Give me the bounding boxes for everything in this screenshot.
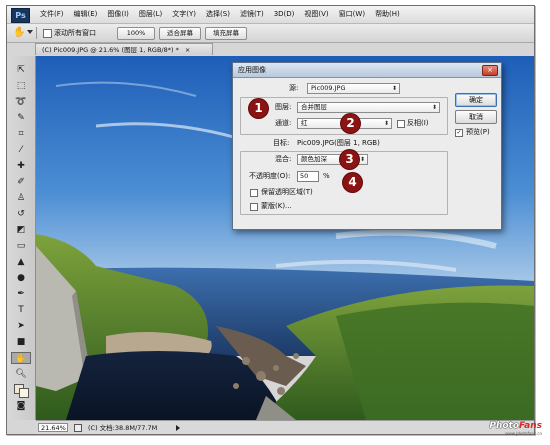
quick-mask-icon[interactable]: ◙ — [11, 400, 31, 412]
menu-3d[interactable]: 3D(D) — [269, 6, 300, 23]
move-icon[interactable]: ⇱ — [11, 64, 31, 76]
menu-file[interactable]: 文件(F) — [35, 6, 69, 23]
status-bar: 21.64% (C) 文档:38.8M/77.7M — [36, 420, 534, 434]
preserve-transparency-label: 保留透明区域(T) — [261, 188, 313, 196]
menu-edit[interactable]: 编辑(E) — [69, 6, 103, 23]
blending-label: 混合: — [275, 155, 292, 163]
scroll-all-windows-label: 滚动所有窗口 — [54, 29, 96, 37]
opacity-input[interactable]: 50 — [297, 171, 319, 182]
clone-stamp-icon[interactable]: ♙ — [11, 192, 31, 204]
cancel-button[interactable]: 取消 — [455, 110, 497, 124]
layer-label: 图层: — [275, 103, 292, 111]
preserve-transparency-checkbox[interactable] — [250, 189, 258, 197]
photofans-watermark-logo: PhotoFans www.photofans.cn — [489, 421, 542, 436]
annotation-marker-3: 3 — [340, 150, 359, 169]
annotation-marker-2: 2 — [341, 114, 360, 133]
tool-preset-dropdown[interactable] — [27, 30, 33, 34]
mask-checkbox[interactable] — [250, 203, 258, 211]
brush-icon[interactable]: ✐ — [11, 176, 31, 188]
history-brush-icon[interactable]: ↺ — [11, 208, 31, 220]
menu-bar: Ps 文件(F) 编辑(E) 图像(I) 图层(L) 文字(Y) 选择(S) 滤… — [7, 6, 534, 24]
target-value: Pic009.JPG(图层 1, RGB) — [297, 139, 380, 147]
channel-label: 通道: — [275, 119, 292, 127]
close-icon[interactable]: × — [482, 65, 498, 76]
blending-select-value: 颜色加深 — [301, 155, 327, 163]
layer-select-value: 合并图层 — [301, 103, 327, 111]
preview-checkbox[interactable]: ✓ — [455, 129, 463, 137]
healing-brush-icon[interactable]: ✚ — [11, 160, 31, 172]
menu-view[interactable]: 视图(V) — [299, 6, 333, 23]
toolbox: ⇱ ⬚ ➰ ✎ ⌗ ⁄ ✚ ✐ ♙ ↺ ◩ ▭ ▲ ● ✒ T ➤ ■ ✋ 🔍︎… — [7, 56, 36, 420]
zoom-icon[interactable]: 🔍︎ — [11, 368, 31, 380]
layer-select[interactable]: 合并图层 ⬍ — [297, 102, 440, 113]
lasso-icon[interactable]: ➰ — [11, 96, 31, 108]
document-info-icon[interactable] — [74, 424, 82, 432]
watermark-part-1: Photo — [489, 421, 520, 431]
opacity-label: 不透明度(O): — [249, 172, 291, 180]
actual-pixels-button[interactable]: 100% — [117, 27, 155, 40]
annotation-marker-4: 4 — [343, 173, 362, 192]
photoshop-logo-icon[interactable]: Ps — [11, 8, 30, 23]
dialog-titlebar[interactable]: 应用图像 × — [233, 63, 501, 78]
hand-icon[interactable]: ✋ — [13, 27, 25, 39]
menu-window[interactable]: 窗口(W) — [334, 6, 370, 23]
watermark-part-2: Fans — [519, 421, 542, 431]
ok-button[interactable]: 确定 — [455, 93, 497, 107]
chevron-up-down-icon: ⬍ — [391, 85, 397, 92]
document-tab-title: (C) Pic009.JPG @ 21.6% (图层 1, RGB/8*) * — [42, 46, 179, 54]
crop-icon[interactable]: ⌗ — [11, 128, 31, 140]
type-icon[interactable]: T — [11, 304, 31, 316]
quick-select-icon[interactable]: ✎ — [11, 112, 31, 124]
menu-select[interactable]: 选择(S) — [201, 6, 235, 23]
fit-screen-button[interactable]: 适合屏幕 — [159, 27, 201, 40]
zoom-level-field[interactable]: 21.64% — [38, 423, 68, 432]
menu-layer[interactable]: 图层(L) — [134, 6, 167, 23]
status-menu-arrow-icon[interactable] — [176, 425, 180, 431]
options-bar: ✋ 滚动所有窗口 100% 适合屏幕 填充屏幕 — [7, 24, 534, 43]
fill-screen-button[interactable]: 填充屏幕 — [205, 27, 247, 40]
preview-label: 预览(P) — [466, 128, 490, 136]
document-size-info: (C) 文档:38.8M/77.7M — [88, 424, 158, 432]
apply-image-dialog: 应用图像 × 源: Pic009.JPG ⬍ 图层: 合并图层 ⬍ 通道: 红 … — [232, 62, 502, 230]
source-select-value: Pic009.JPG — [311, 84, 346, 92]
source-label: 源: — [289, 84, 299, 92]
source-select[interactable]: Pic009.JPG ⬍ — [307, 83, 400, 94]
pen-icon[interactable]: ✒ — [11, 288, 31, 300]
hand-tool-icon[interactable]: ✋ — [11, 352, 31, 364]
color-swatches-icon[interactable] — [11, 384, 31, 398]
dialog-title: 应用图像 — [238, 66, 266, 74]
blur-icon[interactable]: ▲ — [11, 256, 31, 268]
watermark-url: www.photofans.cn — [505, 431, 542, 436]
annotation-marker-1: 1 — [249, 99, 268, 118]
target-label: 目标: — [273, 139, 290, 147]
chevron-up-down-icon: ⬍ — [359, 156, 365, 163]
marquee-icon[interactable]: ⬚ — [11, 80, 31, 92]
menu-help[interactable]: 帮助(H) — [370, 6, 405, 23]
menu-filter[interactable]: 滤镜(T) — [235, 6, 269, 23]
eyedropper-icon[interactable]: ⁄ — [11, 144, 31, 156]
menu-type[interactable]: 文字(Y) — [167, 6, 201, 23]
options-divider — [36, 27, 37, 39]
eraser-icon[interactable]: ◩ — [11, 224, 31, 236]
menu-items: 文件(F) 编辑(E) 图像(I) 图层(L) 文字(Y) 选择(S) 滤镜(T… — [35, 6, 405, 23]
mask-label: 蒙版(K)... — [261, 202, 292, 210]
shape-icon[interactable]: ■ — [11, 336, 31, 348]
channel-select-value: 红 — [301, 119, 308, 127]
chevron-up-down-icon: ⬍ — [431, 104, 437, 111]
invert-label: 反相(I) — [407, 119, 429, 127]
gradient-icon[interactable]: ▭ — [11, 240, 31, 252]
opacity-unit: % — [323, 172, 330, 180]
dodge-icon[interactable]: ● — [11, 272, 31, 284]
path-select-icon[interactable]: ➤ — [11, 320, 31, 332]
menu-image[interactable]: 图像(I) — [102, 6, 134, 23]
close-tab-icon[interactable]: × — [185, 46, 190, 54]
document-tab[interactable]: (C) Pic009.JPG @ 21.6% (图层 1, RGB/8*) * … — [35, 43, 213, 55]
scroll-all-windows-checkbox[interactable] — [43, 29, 52, 38]
chevron-up-down-icon: ⬍ — [383, 120, 389, 127]
invert-checkbox[interactable] — [397, 120, 405, 128]
